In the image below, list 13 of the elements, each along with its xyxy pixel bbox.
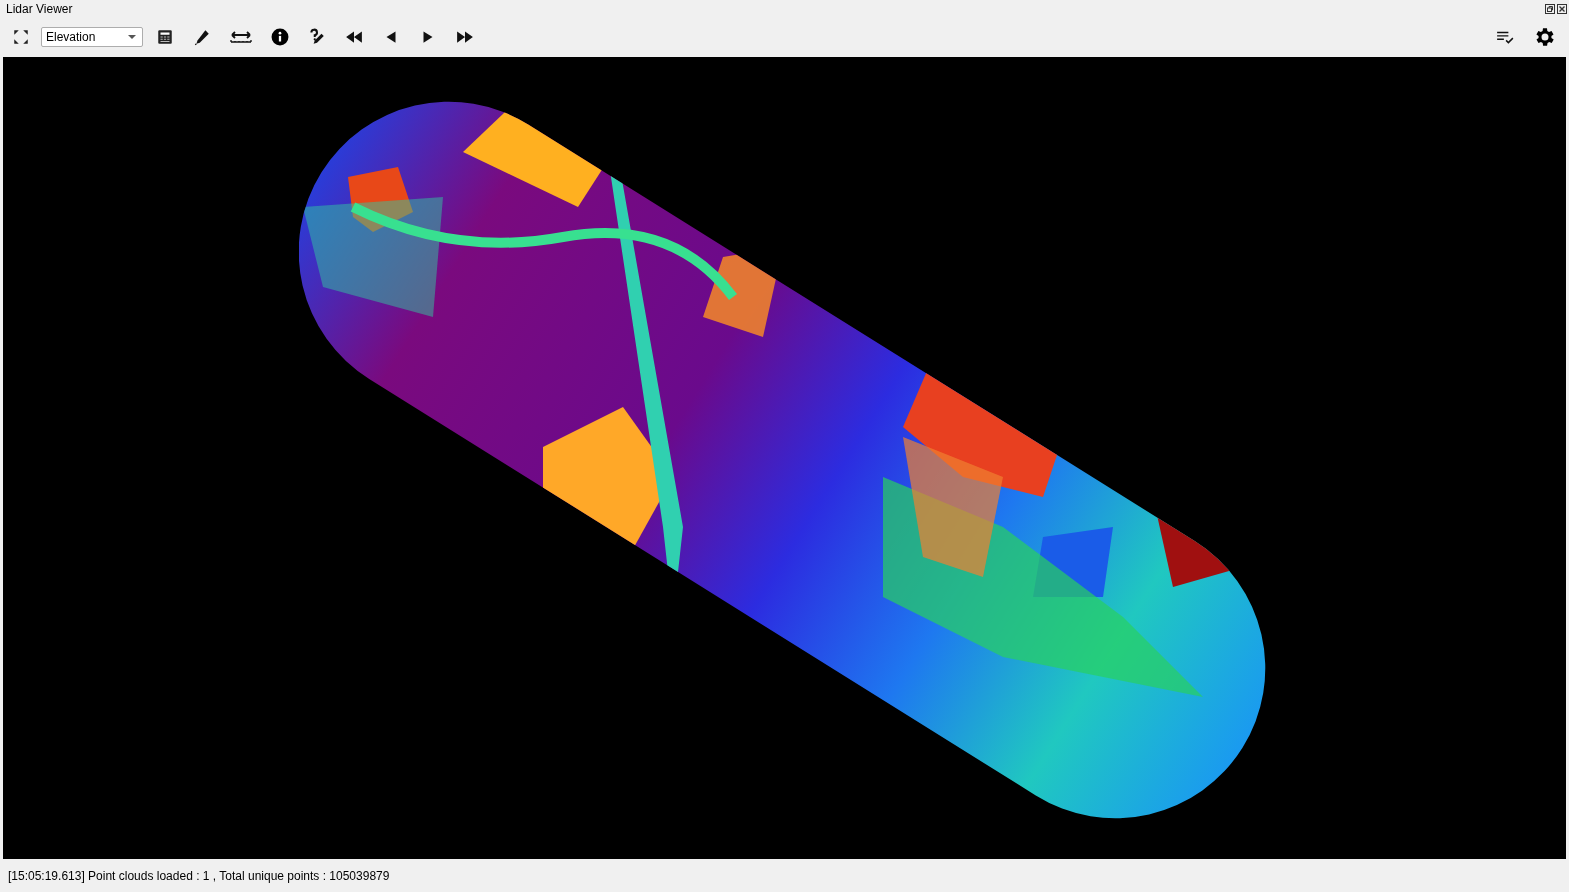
caret-icon	[128, 35, 136, 39]
calculator-icon[interactable]	[156, 28, 174, 46]
viewer-canvas[interactable]	[3, 57, 1566, 859]
ruler-icon[interactable]	[230, 28, 252, 46]
restore-icon[interactable]	[1545, 4, 1555, 14]
info-icon[interactable]	[271, 28, 289, 46]
window-title: Lidar Viewer	[6, 2, 73, 16]
pencil-question-icon[interactable]	[308, 28, 326, 46]
close-icon[interactable]	[1557, 4, 1567, 14]
fullscreen-icon[interactable]	[12, 28, 30, 46]
color-mode-dropdown[interactable]: Elevation	[41, 27, 143, 47]
status-message: [15:05:19.613] Point clouds loaded : 1 , Total unique points : 105039879	[8, 868, 390, 883]
pencil-icon[interactable]	[193, 28, 211, 46]
